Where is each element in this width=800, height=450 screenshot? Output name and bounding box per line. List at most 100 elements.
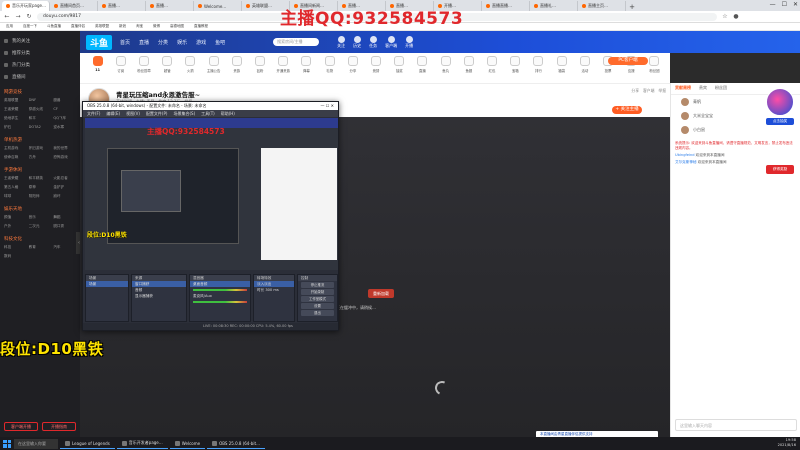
browser-tab[interactable]: 直播礼… xyxy=(530,1,578,11)
obs-window-controls[interactable]: — ☐ ✕ xyxy=(321,102,334,110)
obs-menu-item[interactable]: 文件(F) xyxy=(87,110,100,117)
feature-item[interactable]: 竞猜 xyxy=(364,56,387,73)
browser-tab[interactable]: 直播间首页… xyxy=(50,1,98,11)
sidebar-category-link[interactable]: 和平精英 xyxy=(29,174,52,182)
nav-right-item[interactable]: 任务 xyxy=(369,35,377,49)
subscribe-count[interactable]: 11 xyxy=(86,56,109,72)
obs-menu-item[interactable]: 帮助(H) xyxy=(221,110,235,117)
profile-icon[interactable]: ● xyxy=(733,13,739,20)
feature-item[interactable]: 超管 xyxy=(156,56,179,73)
feature-item[interactable]: 弹幕 xyxy=(295,56,318,73)
browser-tab[interactable]: Welcome… xyxy=(194,1,242,11)
dock-list-item[interactable]: 显示器捕获 xyxy=(132,293,186,299)
sidebar-item[interactable]: 推荐分类 xyxy=(4,47,76,59)
close-icon[interactable]: ✕ xyxy=(793,1,798,8)
nav-item[interactable]: 游戏 xyxy=(196,39,206,46)
browser-tab[interactable]: 直播… xyxy=(98,1,146,11)
feature-item[interactable]: 鱼翅 xyxy=(457,56,480,73)
sidebar-item[interactable]: 我的关注 xyxy=(4,35,76,47)
sidebar-category-link[interactable]: 火影忍者 xyxy=(53,174,76,182)
taskbar-app[interactable]: Welcome xyxy=(169,438,206,449)
follow-button[interactable]: + 关注主播 xyxy=(612,106,642,114)
sidebar-section-head[interactable]: 手游休闲 xyxy=(4,165,76,174)
chat-tab[interactable]: 贡献周榜 xyxy=(675,85,691,92)
promo-lottery-tag[interactable]: 点击抽奖 xyxy=(766,118,794,125)
feature-item[interactable]: 直播 xyxy=(411,56,434,73)
sidebar-category-link[interactable]: 球球 xyxy=(4,192,27,200)
back-icon[interactable]: ← xyxy=(4,13,10,20)
room-link[interactable]: 举报 xyxy=(658,88,666,94)
nav-right-item[interactable]: 客户端 xyxy=(385,35,397,49)
bookmark-item[interactable]: 高德地图 xyxy=(170,24,184,29)
bookmark-item[interactable]: 新浪 xyxy=(119,24,126,29)
sidebar-category-link[interactable]: 英雄联盟 xyxy=(4,96,27,104)
sidebar-category-link[interactable]: 教育 xyxy=(29,243,52,251)
sidebar-category-link[interactable]: 绝地求生 xyxy=(4,114,27,122)
search-input[interactable]: 搜索房间/主播 xyxy=(273,38,320,46)
dock-list-item[interactable]: 场景 xyxy=(86,281,128,287)
sidebar-category-link[interactable]: 户外 xyxy=(4,222,27,230)
obs-menu-item[interactable]: 工具(T) xyxy=(201,110,215,117)
sidebar-category-link[interactable]: 我的世界 xyxy=(53,144,76,152)
browser-tab[interactable]: 直播主页… xyxy=(578,1,626,11)
sidebar-category-link[interactable]: DNF xyxy=(29,96,52,104)
browser-tab[interactable]: 直播… xyxy=(146,1,194,11)
sidebar-category-link[interactable]: QQ飞车 xyxy=(53,114,76,122)
sidebar-category-link[interactable]: 方舟 xyxy=(29,153,52,161)
dock-list-item[interactable]: 桌面音频 xyxy=(190,281,250,287)
taskbar-app[interactable]: 音乐开发者page… xyxy=(116,438,168,449)
sidebar-category-link[interactable]: 和平 xyxy=(29,114,52,122)
feature-item[interactable]: 开通贵族 xyxy=(272,56,295,73)
sidebar-item[interactable]: 热门分类 xyxy=(4,59,76,71)
browser-tab[interactable]: 音乐开玩家page… xyxy=(2,1,50,11)
sidebar-section-head[interactable]: 科技文化 xyxy=(4,234,76,243)
feature-item[interactable]: 分享 xyxy=(341,56,364,73)
client-live-button[interactable]: 客户端开播 xyxy=(4,422,38,431)
feature-item[interactable]: 礼物 xyxy=(318,56,341,73)
taskbar-search[interactable]: 在这里输入你要 xyxy=(14,438,58,449)
chat-username[interactable]: 艾尔克斯神秘 xyxy=(675,160,697,164)
nav-right-item[interactable]: 关注 xyxy=(337,35,345,49)
sidebar-category-link[interactable]: 王者荣耀 xyxy=(4,174,27,182)
obs-window[interactable]: OBS 25.0.8 (64-bit, windows) - 配置文件: 未命名… xyxy=(82,101,339,331)
nav-item[interactable]: 直播 xyxy=(139,39,149,46)
sidebar-category-link[interactable]: 数码 xyxy=(4,252,27,260)
floating-promo[interactable]: 点击抽奖 获得奖励 xyxy=(766,88,796,178)
sidebar-category-link[interactable]: 穿越火线 xyxy=(29,105,52,113)
sidebar-category-link[interactable]: CF xyxy=(53,105,76,113)
nav-item[interactable]: 首页 xyxy=(120,39,130,46)
new-tab-icon[interactable]: + xyxy=(628,3,636,11)
obs-control-button[interactable]: 设置 xyxy=(301,303,334,309)
sidebar-category-link[interactable]: 舞蹈 xyxy=(53,213,76,221)
minimize-icon[interactable]: — xyxy=(770,1,776,8)
promo-avatar-icon[interactable] xyxy=(766,88,794,116)
taskbar-app[interactable]: League of Legends xyxy=(60,438,115,449)
sidebar-category-link[interactable]: 二次元 xyxy=(29,222,52,230)
sidebar-category-link[interactable]: 使命召唤 xyxy=(4,153,27,161)
sidebar-category-link[interactable]: 主机游戏 xyxy=(4,144,27,152)
feature-item[interactable]: 鱼丸 xyxy=(434,56,457,73)
obs-control-button[interactable]: 工作室模式 xyxy=(301,296,334,302)
sidebar-category-link[interactable]: 科技 xyxy=(4,243,27,251)
room-link[interactable]: 分享 xyxy=(631,88,639,94)
sidebar-category-link[interactable]: 怀旧游戏 xyxy=(29,144,52,152)
bookmark-item[interactable]: 直播教程 xyxy=(194,24,208,29)
feature-item[interactable]: 贵族 xyxy=(225,56,248,73)
chat-tab[interactable]: 贵宾 xyxy=(699,85,707,92)
sidebar-category-link[interactable]: 汽车 xyxy=(53,243,76,251)
browser-tab[interactable]: 直播直播… xyxy=(482,1,530,11)
feature-item[interactable]: 排行 xyxy=(527,56,550,73)
dock-list-item[interactable]: 麦克风/Aux xyxy=(190,293,250,299)
feature-item[interactable]: 红包 xyxy=(480,56,503,73)
nav-item[interactable]: 娱乐 xyxy=(177,39,187,46)
sidebar-category-link[interactable]: 炉石 xyxy=(4,123,27,131)
sidebar-category-link[interactable]: 原神 xyxy=(29,183,52,191)
obs-menu-item[interactable]: 视图(V) xyxy=(126,110,140,117)
douyu-logo[interactable]: 斗鱼 xyxy=(86,34,113,50)
bookmark-item[interactable]: 微博 xyxy=(153,24,160,29)
sidebar-category-link[interactable]: 第五人格 xyxy=(4,183,27,191)
sidebar-category-link[interactable]: 音乐 xyxy=(29,213,52,221)
feature-item[interactable]: 粉丝勋章 xyxy=(132,56,155,73)
nav-right-item[interactable]: 开播 xyxy=(405,35,413,49)
room-link[interactable]: 客户端 xyxy=(643,88,654,94)
